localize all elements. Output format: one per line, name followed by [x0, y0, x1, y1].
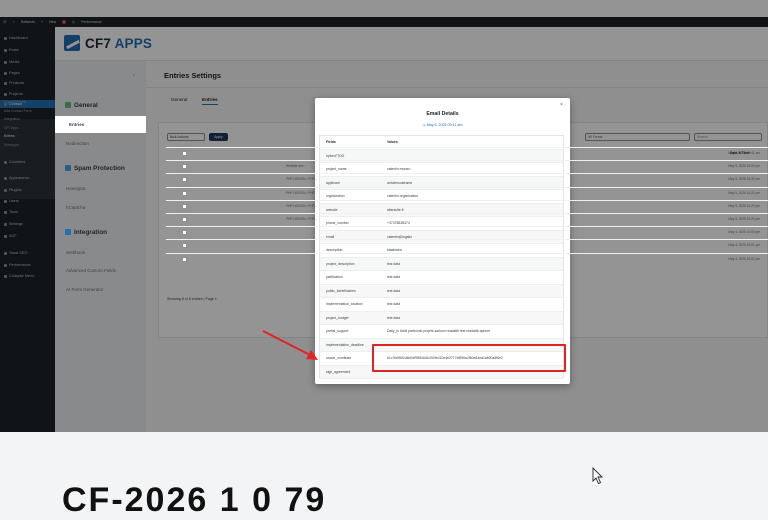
row-date: May 5, 2025 10:20 pm: [728, 203, 760, 208]
row-date: May 4, 2025 10:00 pm: [728, 230, 760, 235]
table-row[interactable]: Website dev... May 5, 2025 10:05 pm: [166, 160, 768, 172]
row-date: May 6, 2025 09:41 am: [728, 151, 760, 155]
detail-value: test data: [387, 315, 401, 320]
row-snippet: PHP DESIGN / PHP...: [286, 203, 318, 208]
detail-field: justification: [326, 275, 343, 279]
detail-field: implementation_deadline: [326, 342, 364, 347]
detail-row: project_budget test data: [320, 311, 563, 325]
detail-row: public_beneficiaries test data: [320, 284, 563, 298]
row-date: May 4, 2025 10:02 pm: [728, 256, 760, 261]
nav-link[interactable]: hCaptcha: [66, 205, 85, 210]
modal-title: Email Details: [426, 111, 459, 117]
nav-section-title: General: [74, 101, 98, 109]
table-row[interactable]: May 4, 2025 10:02 pm: [166, 252, 768, 265]
row-checkbox[interactable]: [182, 164, 187, 170]
row-snippet: PHP DESIGN / PHP...: [286, 217, 318, 221]
detail-row: justification test data: [320, 271, 563, 285]
chevron-up-icon[interactable]: ⌃: [134, 165, 138, 171]
highlight-box: [372, 344, 566, 372]
row-date: May 4, 2025 10:01 pm: [728, 243, 760, 248]
detail-row: implementation_location test data: [320, 298, 563, 312]
detail-field: public_beneficiaries: [326, 288, 356, 293]
table-row[interactable]: May 6, 2025 09:41 am: [166, 147, 768, 159]
detail-value: test data: [387, 302, 401, 306]
row-snippet: Website dev...: [286, 164, 306, 169]
row-checkbox[interactable]: [182, 256, 187, 262]
detail-field: oracle_monitrate: [326, 356, 352, 360]
row-checkbox[interactable]: [182, 177, 187, 183]
table-row[interactable]: May 4, 2025 10:00 pm: [166, 226, 768, 238]
row-checkbox[interactable]: [182, 203, 187, 209]
row-date: May 5, 2025 10:22 pm: [728, 190, 760, 195]
nav-link[interactable]: Advanced Custom Fields: [66, 268, 116, 273]
row-date: May 5, 2025 10:05 pm: [728, 164, 760, 169]
nav-section-0[interactable]: General ⌃: [65, 100, 138, 110]
nav-link[interactable]: Webhook: [66, 250, 85, 255]
row-checkbox[interactable]: [182, 151, 187, 156]
section-icon: [65, 102, 71, 108]
row-date: May 5, 2025 10:20 pm: [728, 217, 760, 221]
row-checkbox[interactable]: [182, 190, 187, 196]
detail-value: test data: [387, 275, 401, 279]
table-row[interactable]: PHP DESIGN / PHP... May 5, 2025 10:22 pm: [166, 186, 768, 199]
row-snippet: PHP DESIGN / PHP...: [286, 190, 318, 195]
detail-value: Daily_is 6dd4 partkumb projets sarkom re…: [387, 329, 490, 333]
nav-link[interactable]: Redirection: [66, 141, 89, 146]
table-row[interactable]: PHP DESIGN / PHP... May 5, 2025 10:30 pm: [166, 173, 768, 185]
section-icon: [65, 229, 71, 235]
nav-section-1[interactable]: Spam Protection ⌃: [65, 163, 138, 173]
row-snippet: PHP DESIGN / PHP...: [286, 177, 318, 182]
row-checkbox[interactable]: [182, 243, 187, 249]
column-header-fields: Fields: [326, 140, 336, 144]
close-icon[interactable]: ×: [560, 102, 563, 108]
section-icon: [65, 165, 71, 171]
chevron-up-icon[interactable]: ⌃: [134, 102, 138, 108]
table-row[interactable]: May 4, 2025 10:01 pm: [166, 239, 768, 251]
screenshot-region: ⓦ ⌂ Softands + New 0 ◴ Performance Dashb…: [0, 0, 768, 432]
nav-link[interactable]: Honeypot: [66, 186, 85, 191]
row-checkbox[interactable]: [182, 230, 187, 236]
modal-date: ◷ May 6, 2025 09:41 am: [422, 123, 463, 127]
table-row[interactable]: PHP DESIGN / PHP... May 5, 2025 10:20 pm: [166, 213, 768, 225]
detail-field: partial_support: [326, 329, 349, 333]
nav-link[interactable]: AI Form Generator: [66, 287, 104, 292]
detail-field: project_budget: [326, 315, 349, 320]
caption-text-fragment: CF-2026 1 0 79: [62, 481, 327, 519]
table-row[interactable]: PHP DESIGN / PHP... May 5, 2025 10:20 pm: [166, 199, 768, 212]
chevron-up-icon[interactable]: ⌃: [134, 229, 138, 235]
detail-field: sign_agreement: [326, 369, 351, 374]
detail-value: test data: [387, 288, 401, 293]
nav-section-2[interactable]: Integration ⌃: [65, 227, 138, 237]
detail-field: implementation_location: [326, 302, 363, 306]
detail-row: partial_support Daily_is 6dd4 partkumb pr…: [320, 325, 563, 339]
mouse-cursor-icon: [592, 467, 604, 485]
row-checkbox[interactable]: [182, 217, 187, 222]
nav-link[interactable]: Entries: [55, 116, 146, 133]
nav-section-title: Spam Protection: [74, 164, 125, 172]
row-date: May 5, 2025 10:30 pm: [728, 177, 760, 182]
nav-section-title: Integration: [74, 228, 108, 236]
column-header-values: Values: [387, 140, 398, 144]
